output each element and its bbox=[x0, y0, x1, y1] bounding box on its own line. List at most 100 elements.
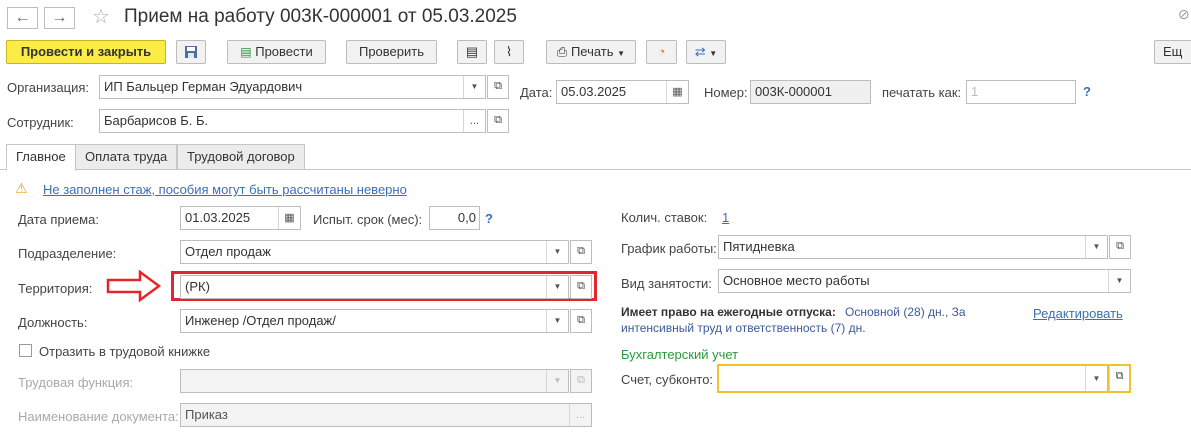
number-label: Номер: bbox=[704, 85, 748, 100]
post-button-label: Провести bbox=[255, 44, 313, 59]
related-docs-icon: ⇄ bbox=[694, 44, 706, 59]
employee-label: Сотрудник: bbox=[7, 115, 74, 130]
workbook-label: Отразить в трудовой книжке bbox=[39, 344, 211, 359]
calendar-icon[interactable]: ▦ bbox=[278, 207, 300, 229]
chevron-down-icon[interactable]: ▼ bbox=[1108, 270, 1130, 292]
rates-link[interactable]: 1 bbox=[722, 210, 729, 225]
warning-link[interactable]: Не заполнен стаж, пособия могут быть рас… bbox=[43, 182, 407, 197]
employment-value: Основное место работы bbox=[723, 273, 870, 288]
vacation-line1: Основной (28) дн., За bbox=[845, 305, 966, 319]
document-name-label: Наименование документа: bbox=[18, 409, 179, 424]
department-field[interactable]: Отдел продаж ▼ bbox=[180, 240, 569, 264]
date-label: Дата: bbox=[520, 85, 553, 100]
history-icon: ◔ bbox=[657, 44, 666, 59]
rates-label: Колич. ставок: bbox=[621, 210, 708, 225]
open-department-button[interactable]: ⧉ bbox=[570, 240, 592, 264]
check-button[interactable]: Проверить bbox=[346, 40, 437, 64]
chevron-down-icon[interactable]: ▼ bbox=[546, 276, 568, 298]
open-position-button[interactable]: ⧉ bbox=[570, 309, 592, 333]
department-value: Отдел продаж bbox=[185, 244, 271, 259]
employee-field[interactable]: Барбарисов Б. Б. ... bbox=[99, 109, 486, 133]
list-button[interactable]: ▤ bbox=[457, 40, 487, 64]
open-schedule-button[interactable]: ⧉ bbox=[1109, 235, 1131, 259]
warning-icon: ⚠ bbox=[15, 180, 28, 196]
open-icon: ⧉ bbox=[577, 245, 585, 257]
chevron-down-icon: ▼ bbox=[709, 49, 718, 58]
schedule-label: График работы: bbox=[621, 241, 717, 256]
help-icon[interactable]: ? bbox=[1083, 84, 1091, 99]
chevron-down-icon[interactable]: ▼ bbox=[546, 370, 568, 392]
ellipsis-icon[interactable]: ... bbox=[569, 404, 591, 426]
post-and-close-button[interactable]: Провести и закрыть bbox=[6, 40, 166, 64]
calendar-icon[interactable]: ▦ bbox=[666, 81, 688, 103]
chevron-down-icon[interactable]: ▼ bbox=[546, 310, 568, 332]
accounting-section-title: Бухгалтерский учет bbox=[621, 347, 739, 362]
chevron-down-icon[interactable]: ▼ bbox=[546, 241, 568, 263]
help-icon[interactable]: ? bbox=[485, 211, 493, 226]
organization-field[interactable]: ИП Бальцер Герман Эдуардович ▼ bbox=[99, 75, 486, 99]
chevron-down-icon[interactable]: ▼ bbox=[463, 76, 485, 98]
print-button-label: Печать bbox=[570, 44, 614, 59]
history-button[interactable]: ◔ bbox=[646, 40, 677, 64]
employee-value: Барбарисов Б. Б. bbox=[104, 113, 209, 128]
more-button[interactable]: Ещ bbox=[1154, 40, 1191, 64]
chevron-down-icon[interactable]: ▼ bbox=[1085, 366, 1107, 391]
hire-date-value: 01.03.2025 bbox=[185, 210, 251, 225]
open-icon: ⧉ bbox=[494, 114, 502, 126]
organization-value: ИП Бальцер Герман Эдуардович bbox=[104, 79, 303, 94]
date-field[interactable]: 05.03.2025 ▦ bbox=[556, 80, 689, 104]
document-name-field[interactable]: Приказ ... bbox=[180, 403, 592, 427]
attach-button[interactable]: ⌇ bbox=[494, 40, 524, 64]
print-button[interactable]: ⎙ Печать ▼ bbox=[546, 40, 636, 64]
labor-function-label: Трудовая функция: bbox=[18, 375, 134, 390]
number-field[interactable]: 003К-000001 bbox=[750, 80, 871, 104]
open-organization-button[interactable]: ⧉ bbox=[487, 75, 509, 99]
open-icon: ⧉ bbox=[577, 280, 585, 292]
forward-button[interactable]: → bbox=[44, 7, 75, 29]
star-icon[interactable]: ☆ bbox=[92, 4, 110, 29]
open-icon: ⧉ bbox=[494, 80, 502, 92]
open-employee-button[interactable]: ⧉ bbox=[487, 109, 509, 133]
document-name-value: Приказ bbox=[185, 407, 228, 422]
vacation-label: Имеет право на ежегодные отпуска: bbox=[621, 305, 836, 319]
save-button[interactable] bbox=[176, 40, 206, 64]
page-title: Прием на работу 003К-000001 от 05.03.202… bbox=[124, 6, 517, 27]
territory-value: (РК) bbox=[185, 279, 210, 294]
list-icon: ▤ bbox=[465, 44, 479, 59]
territory-label: Территория: bbox=[18, 281, 93, 296]
post-icon: ▤ bbox=[240, 45, 252, 59]
tab-contract[interactable]: Трудовой договор bbox=[177, 144, 305, 170]
open-icon: ⧉ bbox=[1116, 240, 1124, 252]
department-label: Подразделение: bbox=[18, 246, 117, 261]
trial-field[interactable]: 0,0 bbox=[429, 206, 480, 230]
tab-salary[interactable]: Оплата труда bbox=[75, 144, 178, 170]
tab-main[interactable]: Главное bbox=[6, 144, 76, 171]
vacation-line2: интенсивный труд и ответственность (7) д… bbox=[621, 321, 866, 335]
related-docs-button[interactable]: ⇄ ▼ bbox=[686, 40, 726, 64]
open-icon: ⧉ bbox=[577, 374, 585, 386]
open-icon: ⧉ bbox=[1115, 370, 1124, 382]
link-icon[interactable]: ⊘ bbox=[1178, 6, 1190, 23]
post-button[interactable]: ▤ Провести bbox=[227, 40, 326, 64]
printer-icon: ⎙ bbox=[556, 44, 568, 59]
hire-date-field[interactable]: 01.03.2025 ▦ bbox=[180, 206, 301, 230]
date-value: 05.03.2025 bbox=[561, 84, 627, 99]
print-as-field[interactable]: 1 bbox=[966, 80, 1076, 104]
schedule-field[interactable]: Пятидневка ▼ bbox=[718, 235, 1108, 259]
ellipsis-icon[interactable]: ... bbox=[463, 110, 485, 132]
account-field[interactable]: ▼ bbox=[717, 364, 1109, 393]
back-button[interactable]: ← bbox=[7, 7, 38, 29]
open-territory-button[interactable]: ⧉ bbox=[570, 275, 592, 299]
chevron-down-icon[interactable]: ▼ bbox=[1085, 236, 1107, 258]
workbook-checkbox[interactable] bbox=[19, 344, 32, 357]
territory-field[interactable]: (РК) ▼ bbox=[180, 275, 569, 299]
labor-function-field[interactable]: ▼ bbox=[180, 369, 569, 393]
position-value: Инженер /Отдел продаж/ bbox=[185, 313, 336, 328]
employment-label: Вид занятости: bbox=[621, 276, 712, 291]
employment-field[interactable]: Основное место работы ▼ bbox=[718, 269, 1131, 293]
edit-vacation-link[interactable]: Редактировать bbox=[1033, 306, 1123, 321]
position-field[interactable]: Инженер /Отдел продаж/ ▼ bbox=[180, 309, 569, 333]
open-labor-function-button[interactable]: ⧉ bbox=[570, 369, 592, 393]
open-account-button[interactable]: ⧉ bbox=[1109, 364, 1131, 393]
save-icon bbox=[185, 46, 197, 58]
